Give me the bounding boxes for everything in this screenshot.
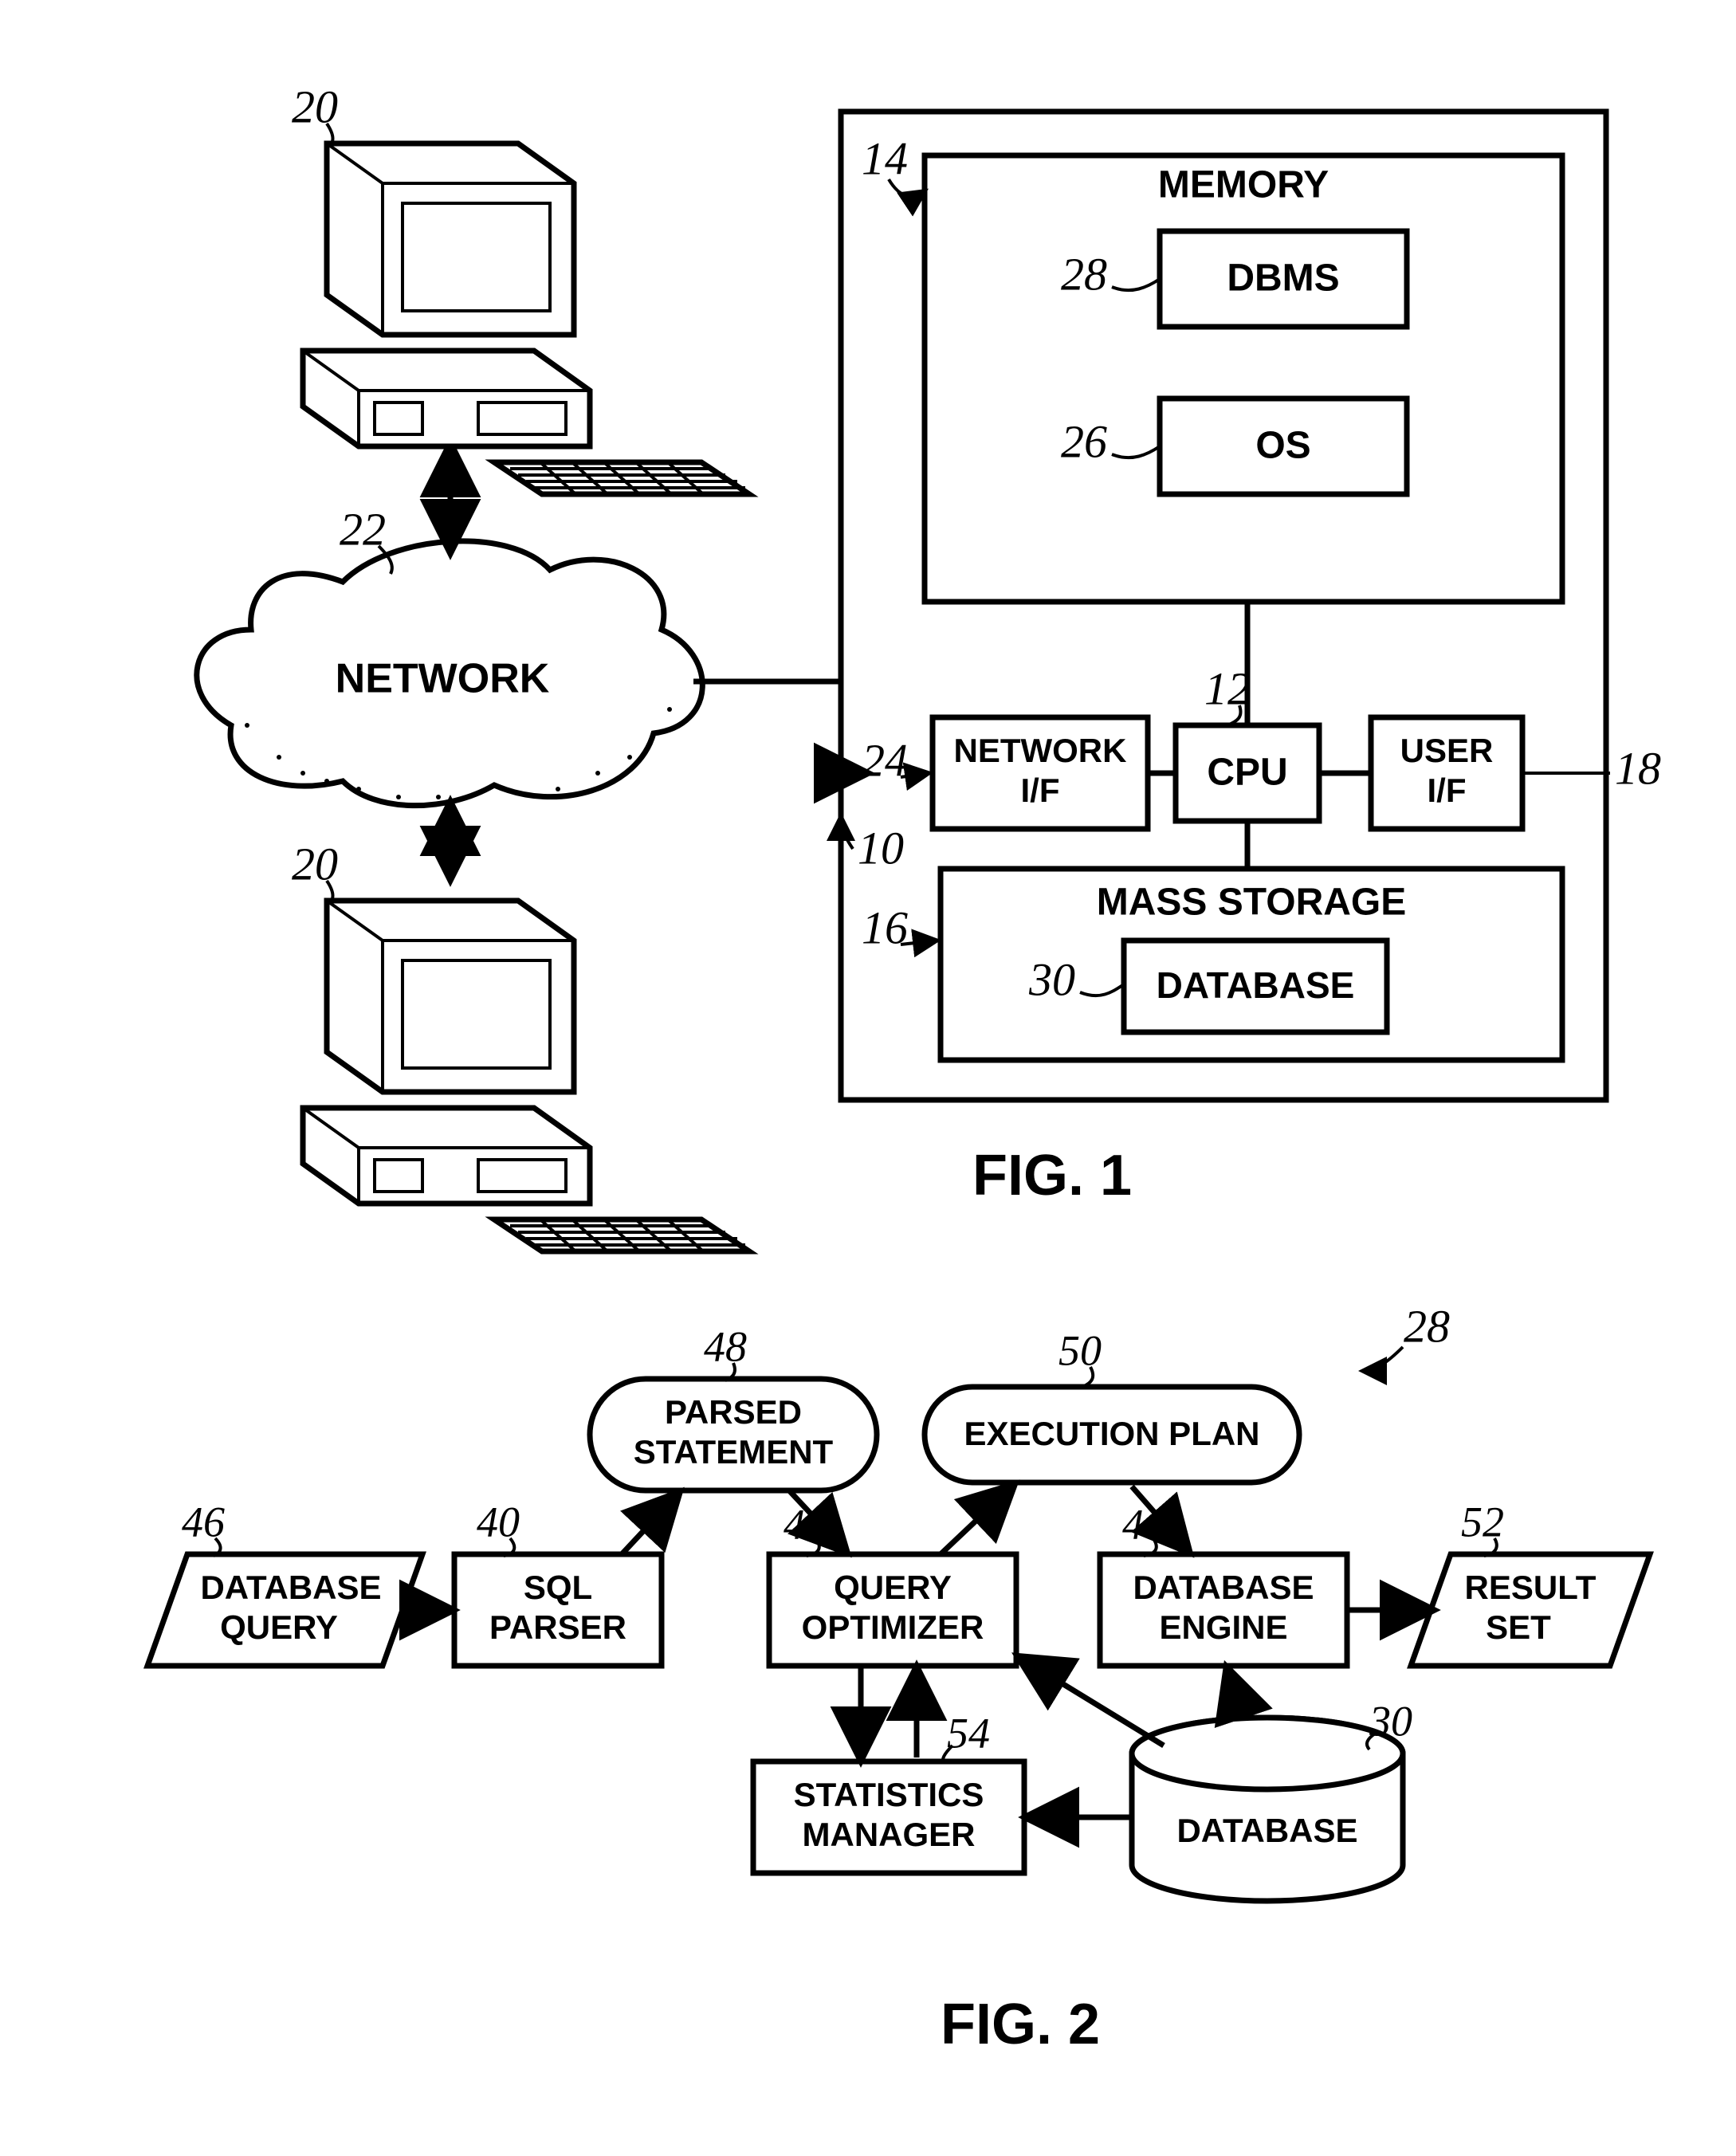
os-label: OS bbox=[1255, 425, 1310, 467]
client-computer-bottom bbox=[303, 901, 749, 1251]
client-computer-top bbox=[303, 143, 749, 494]
ref-18: 18 bbox=[1615, 742, 1661, 794]
mass-storage-label: MASS STORAGE bbox=[1097, 882, 1407, 924]
memory-box bbox=[925, 155, 1562, 602]
memory-label: MEMORY bbox=[1158, 164, 1329, 206]
ref-48: 48 bbox=[704, 1322, 747, 1370]
ref-46: 46 bbox=[182, 1498, 225, 1545]
query-optimizer-l1: QUERY bbox=[834, 1569, 952, 1606]
ref-26: 26 bbox=[1061, 415, 1107, 467]
query-optimizer-l2: OPTIMIZER bbox=[802, 1608, 984, 1646]
ref-50: 50 bbox=[1058, 1326, 1102, 1374]
figure-2: 28 DATABASE QUERY 46 SQL PARSER 40 PARSE… bbox=[147, 1300, 1650, 2056]
ref-52: 52 bbox=[1461, 1498, 1504, 1545]
dbms-label: DBMS bbox=[1227, 257, 1339, 300]
database-query-l2: QUERY bbox=[220, 1608, 338, 1646]
fig1-caption: FIG. 1 bbox=[972, 1144, 1132, 1208]
stats-mgr-l2: MANAGER bbox=[803, 1816, 976, 1853]
figure-1: MEMORY DBMS 28 OS 26 14 NETWORK I/F CPU … bbox=[197, 81, 1661, 1251]
parsed-statement-l2: STATEMENT bbox=[634, 1433, 834, 1471]
ref-10: 10 bbox=[858, 822, 904, 874]
cpu-label: CPU bbox=[1207, 752, 1287, 794]
database-cyl-label: DATABASE bbox=[1176, 1812, 1357, 1849]
ref-28: 28 bbox=[1061, 248, 1107, 300]
ref-54: 54 bbox=[947, 1709, 990, 1757]
network-if-label-2: I/F bbox=[1021, 772, 1060, 809]
database-query-l1: DATABASE bbox=[200, 1569, 381, 1606]
ref-40: 40 bbox=[477, 1498, 520, 1545]
result-set-l2: SET bbox=[1486, 1608, 1551, 1646]
ref-44: 44 bbox=[1122, 1500, 1165, 1548]
user-if-label-2: I/F bbox=[1428, 772, 1467, 809]
database-cylinder bbox=[1132, 1718, 1403, 1901]
execution-plan-label: EXECUTION PLAN bbox=[964, 1415, 1259, 1452]
database-engine-l1: DATABASE bbox=[1133, 1569, 1314, 1606]
stats-mgr-l1: STATISTICS bbox=[794, 1776, 984, 1813]
sql-parser-l2: PARSER bbox=[489, 1608, 626, 1646]
user-if-label-1: USER bbox=[1400, 732, 1494, 769]
fig2-caption: FIG. 2 bbox=[941, 1993, 1100, 2056]
sql-parser-l1: SQL bbox=[524, 1569, 592, 1606]
parsed-statement-l1: PARSED bbox=[665, 1393, 802, 1431]
ref-20-top: 20 bbox=[292, 81, 338, 132]
ref-28-fig2: 28 bbox=[1404, 1300, 1450, 1352]
ref-30-fig2: 30 bbox=[1369, 1697, 1412, 1745]
database-engine-l2: ENGINE bbox=[1159, 1608, 1287, 1646]
network-if-label-1: NETWORK bbox=[954, 732, 1127, 769]
ref-20-bottom: 20 bbox=[292, 838, 338, 889]
ref-14: 14 bbox=[862, 132, 908, 184]
result-set-l1: RESULT bbox=[1465, 1569, 1597, 1606]
ref-30: 30 bbox=[1028, 953, 1075, 1005]
network-label: NETWORK bbox=[336, 656, 550, 702]
database-label: DATABASE bbox=[1157, 964, 1355, 1006]
ref-12: 12 bbox=[1204, 662, 1251, 714]
